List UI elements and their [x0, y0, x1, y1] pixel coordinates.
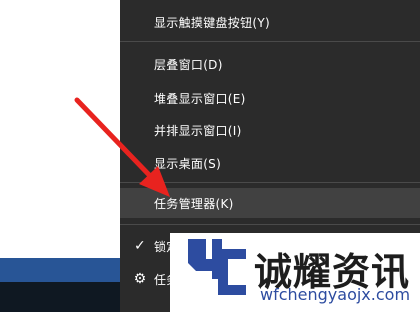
brand-logo-icon: [188, 239, 246, 295]
watermark: 诚耀资讯 wfchengyaojx.com: [170, 233, 420, 312]
watermark-url: wfchengyaojx.com: [260, 285, 411, 304]
